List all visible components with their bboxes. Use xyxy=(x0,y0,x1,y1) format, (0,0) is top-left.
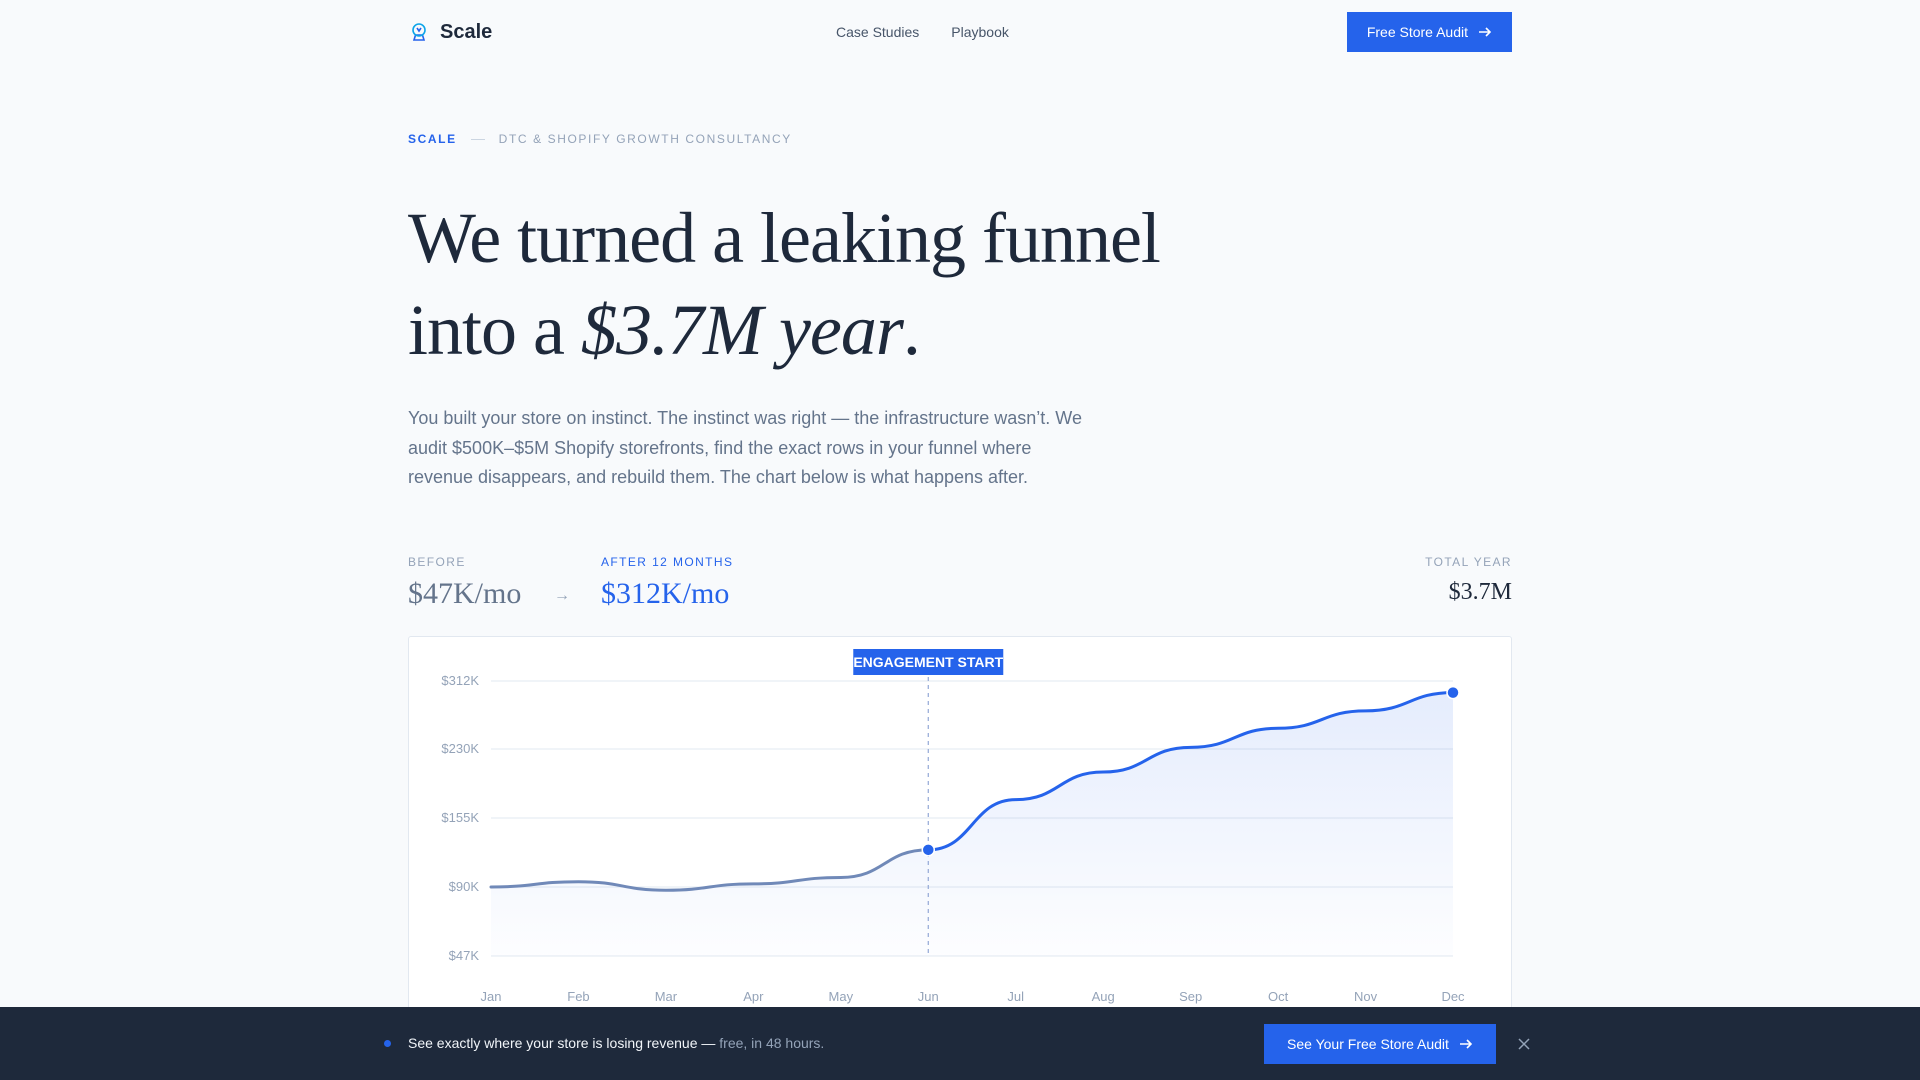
nav-link-case-studies[interactable]: Case Studies xyxy=(836,24,919,40)
y-tick-label: $47K xyxy=(449,948,480,963)
eyebrow: SCALE DTC & SHOPIFY GROWTH CONSULTANCY xyxy=(408,132,1512,146)
stat-before-value: $47K/mo xyxy=(408,577,522,610)
see-free-store-audit-button[interactable]: See Your Free Store Audit xyxy=(1264,1024,1496,1064)
engagement-point xyxy=(921,843,936,857)
stat-after-label: AFTER 12 MONTHS xyxy=(601,555,734,569)
nav-link-playbook[interactable]: Playbook xyxy=(951,24,1009,40)
y-tick-label: $312K xyxy=(441,673,479,688)
bottom-bar-subtext: free, in 48 hours. xyxy=(715,1035,825,1051)
eyebrow-brand: SCALE xyxy=(408,132,457,146)
x-tick-label: May xyxy=(829,989,854,1004)
headline-line-2-prefix: into a xyxy=(408,290,581,370)
stat-after-value: $312K/mo xyxy=(601,577,730,610)
status-dot xyxy=(384,1040,391,1047)
headline-emphasis: $3.7M year xyxy=(580,290,904,370)
final-point xyxy=(1446,685,1460,700)
close-icon[interactable] xyxy=(1516,1036,1532,1052)
stat-after: AFTER 12 MONTHS $312K/mo xyxy=(601,555,733,611)
sticky-bottom-bar: See exactly where your store is losing r… xyxy=(0,1007,1920,1080)
arrow-right-icon xyxy=(1478,25,1492,39)
brand-name: Scale xyxy=(440,20,493,43)
x-tick-label: Feb xyxy=(567,989,589,1004)
stat-before-label: BEFORE xyxy=(408,555,466,569)
x-tick-label: Sep xyxy=(1179,989,1202,1004)
nav-links: Case Studies Playbook xyxy=(836,0,1009,64)
stats-row: BEFORE $47K/mo → AFTER 12 MONTHS $312K/m… xyxy=(408,555,1512,615)
x-tick-label: Jun xyxy=(918,989,939,1004)
bottom-bar-text: See exactly where your store is losing r… xyxy=(408,1035,716,1051)
stat-before: BEFORE $47K/mo xyxy=(408,555,521,611)
x-tick-label: Apr xyxy=(743,989,764,1004)
x-tick-label: Mar xyxy=(655,989,678,1004)
bottom-bar-message: See exactly where your store is losing r… xyxy=(408,1035,824,1051)
stat-arrow: → xyxy=(554,587,570,604)
stat-total-value: $3.7M xyxy=(1448,579,1512,605)
top-nav: Scale Case Studies Playbook Free Store A… xyxy=(408,0,1512,64)
headline-line-1: We turned a leaking funnel xyxy=(408,198,1161,278)
x-tick-label: Oct xyxy=(1268,989,1289,1004)
eyebrow-divider xyxy=(470,138,485,140)
x-tick-label: Jan xyxy=(481,989,502,1004)
hero-headline: We turned a leaking funnel into a $3.7M … xyxy=(408,192,1512,376)
y-tick-label: $230K xyxy=(441,741,479,756)
stat-total-label: TOTAL YEAR xyxy=(1425,555,1512,569)
hero-lede: You built your store on instinct. The in… xyxy=(408,408,1082,487)
y-tick-label: $90K xyxy=(449,879,480,894)
annotation-label: ENGAGEMENT START xyxy=(853,654,1003,670)
y-tick-label: $155K xyxy=(441,810,479,825)
x-tick-label: Aug xyxy=(1092,989,1115,1004)
x-tick-label: Jul xyxy=(1007,989,1024,1004)
headline-line-2-suffix: . xyxy=(902,290,921,370)
arrow-right-icon xyxy=(1459,1037,1473,1051)
stat-total: TOTAL YEAR $3.7M xyxy=(1425,555,1512,606)
see-free-store-audit-label: See Your Free Store Audit xyxy=(1287,1036,1449,1052)
eyebrow-text: DTC & SHOPIFY GROWTH CONSULTANCY xyxy=(498,132,792,146)
brand[interactable]: Scale xyxy=(408,21,492,44)
free-store-audit-label: Free Store Audit xyxy=(1366,24,1468,40)
free-store-audit-button[interactable]: Free Store Audit xyxy=(1346,12,1512,52)
brand-logo-icon xyxy=(408,21,430,43)
x-tick-label: Nov xyxy=(1354,989,1378,1004)
x-tick-label: Dec xyxy=(1441,989,1465,1004)
